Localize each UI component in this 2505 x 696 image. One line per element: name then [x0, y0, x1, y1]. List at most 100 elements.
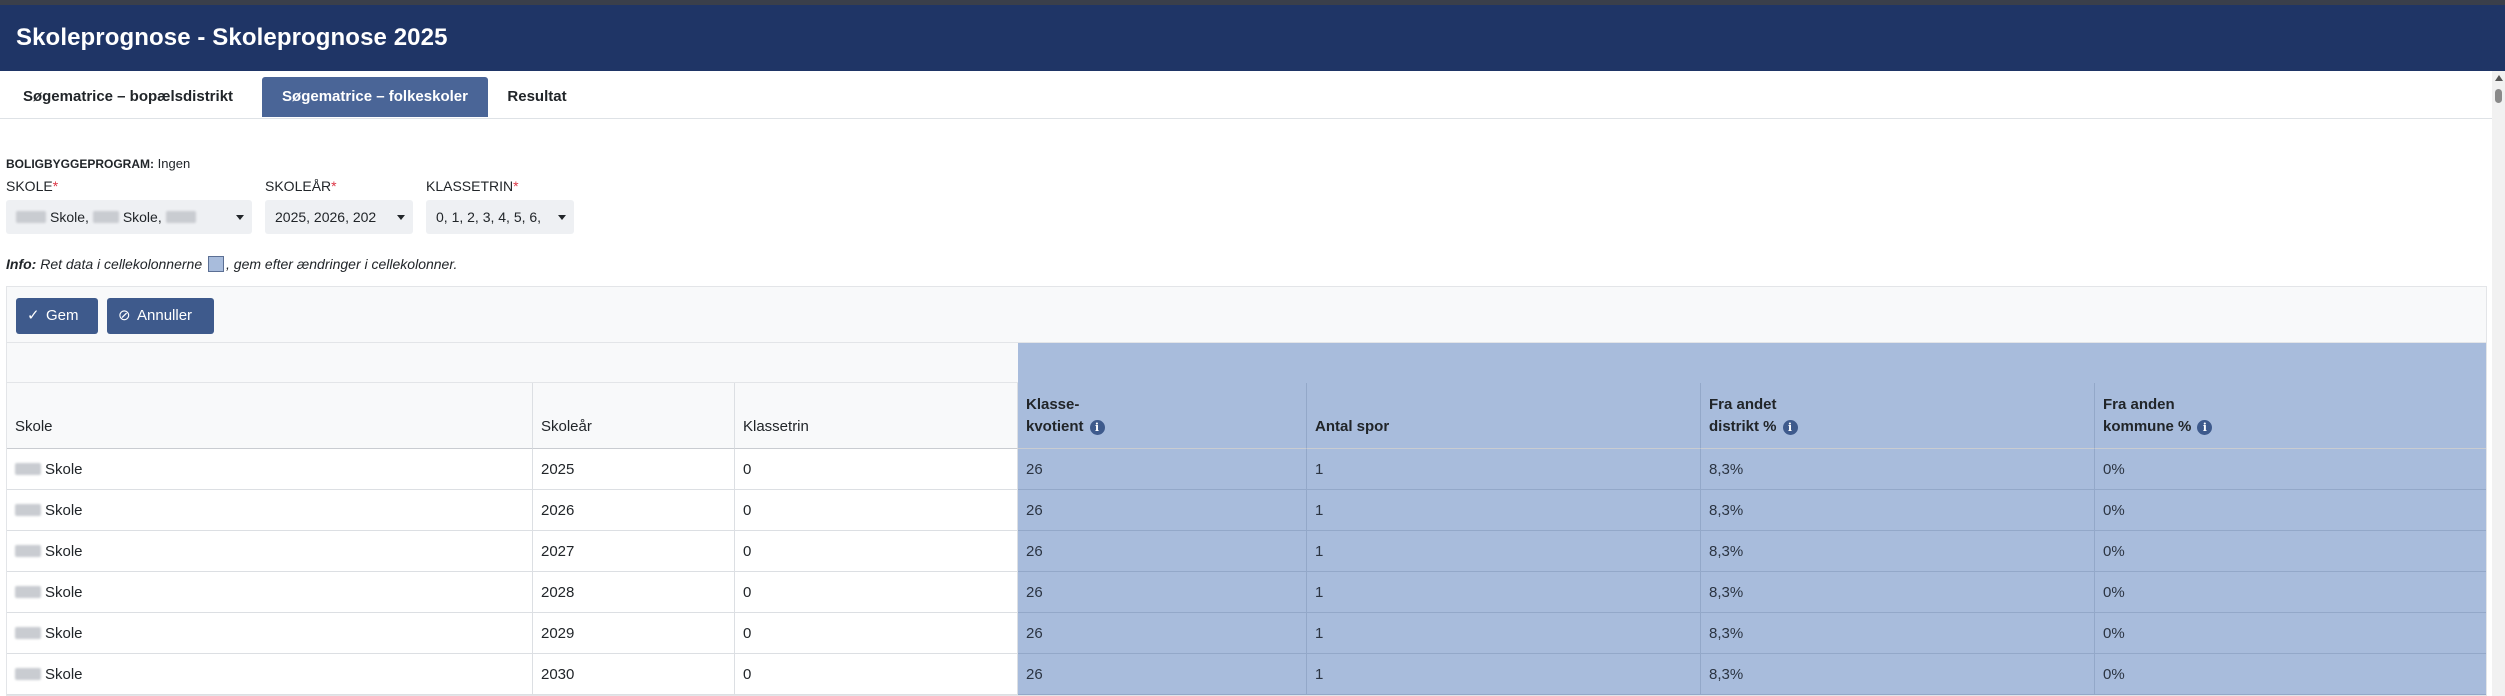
info-text: Info: Ret data i cellekolonnerne , gem e…: [6, 256, 457, 272]
scroll-thumb[interactable]: [2495, 89, 2502, 103]
cell-text: Skole: [45, 625, 83, 642]
cell-skole: Skole: [7, 531, 533, 572]
cell-skole: Skole: [7, 449, 533, 490]
cell-fra-anden-kommune[interactable]: 0%: [2095, 572, 2486, 613]
klassetrin-select[interactable]: 0, 1, 2, 3, 4, 5, 6,: [426, 200, 574, 234]
table-row[interactable]: Skole 2027 0 26 1 8,3% 0%: [7, 531, 2486, 572]
cell-skoleaar: 2027: [533, 531, 735, 572]
column-header-fra-andet-distrikt[interactable]: Fra andet distrikt % i: [1701, 383, 2095, 449]
klassetrin-filter-label: KLASSETRIN*: [426, 178, 519, 194]
header-line-1: Klasse-: [1026, 396, 1080, 413]
cell-skole: Skole: [7, 654, 533, 695]
skoleaar-select[interactable]: 2025, 2026, 202: [265, 200, 413, 234]
redacted-text: [15, 504, 41, 516]
cell-fra-anden-kommune[interactable]: 0%: [2095, 654, 2486, 695]
cell-klassekvotient[interactable]: 26: [1018, 490, 1307, 531]
cell-klassekvotient[interactable]: 26: [1018, 572, 1307, 613]
skoleaar-filter-label: SKOLEÅR*: [265, 178, 337, 194]
skole-select-value-2: Skole,: [122, 209, 166, 225]
save-button[interactable]: ✓ Gem: [16, 298, 98, 334]
cell-text: Skole: [45, 666, 83, 683]
cell-antal-spor[interactable]: 1: [1307, 531, 1701, 572]
scroll-up-arrow-icon[interactable]: [2495, 75, 2503, 81]
tab-soegematrice-folkeskoler[interactable]: Søgematrice – folkeskoler: [262, 77, 488, 117]
boligbyggeprogram-info: BOLIGBYGGEPROGRAM: Ingen: [6, 156, 190, 171]
cell-fra-andet-distrikt[interactable]: 8,3%: [1701, 654, 2095, 695]
redacted-text: [165, 211, 196, 223]
cell-klassekvotient[interactable]: 26: [1018, 531, 1307, 572]
editable-group-header: [1018, 343, 2486, 383]
column-header-klassetrin[interactable]: Klassetrin: [735, 383, 1018, 449]
cell-fra-anden-kommune[interactable]: 0%: [2095, 531, 2486, 572]
header-line-2: kommune %: [2103, 418, 2192, 435]
info-text-before: Ret data i cellekolonnerne: [40, 256, 203, 272]
info-circle-icon[interactable]: i: [1089, 420, 1105, 435]
cell-fra-andet-distrikt[interactable]: 8,3%: [1701, 572, 2095, 613]
cell-skole: Skole: [7, 572, 533, 613]
table-row[interactable]: Skole 2026 0 26 1 8,3% 0%: [7, 490, 2486, 531]
column-header-skoleaar[interactable]: Skoleår: [533, 383, 735, 449]
cell-text: Skole: [45, 543, 83, 560]
editable-cell-swatch: [208, 256, 224, 272]
table-row[interactable]: Skole 2030 0 26 1 8,3% 0%: [7, 654, 2486, 695]
page-scrollbar[interactable]: [2492, 71, 2505, 696]
cell-antal-spor[interactable]: 1: [1307, 572, 1701, 613]
skoleaar-select-value: 2025, 2026, 202: [275, 209, 377, 225]
cancel-button[interactable]: ⊘ Annuller: [107, 298, 214, 334]
cancel-button-label: Annuller: [137, 307, 193, 324]
cell-antal-spor[interactable]: 1: [1307, 490, 1701, 531]
cell-klassetrin: 0: [735, 572, 1018, 613]
redacted-text: [15, 668, 41, 680]
column-header-skole[interactable]: Skole: [7, 383, 533, 449]
cell-fra-andet-distrikt[interactable]: 8,3%: [1701, 531, 2095, 572]
column-header-fra-anden-kommune[interactable]: Fra anden kommune % i: [2095, 383, 2486, 449]
cell-fra-anden-kommune[interactable]: 0%: [2095, 613, 2486, 654]
skole-select-value: Skole,: [50, 209, 93, 225]
header-line-1: Fra anden: [2103, 396, 2175, 413]
column-header-antal-spor[interactable]: Antal spor: [1307, 383, 1701, 449]
tab-soegematrice-bopaelsdistrikt[interactable]: Søgematrice – bopælsdistrikt: [8, 77, 248, 117]
cell-klassetrin: 0: [735, 449, 1018, 490]
cell-klassekvotient[interactable]: 26: [1018, 654, 1307, 695]
cell-fra-anden-kommune[interactable]: 0%: [2095, 490, 2486, 531]
cell-fra-andet-distrikt[interactable]: 8,3%: [1701, 613, 2095, 654]
cell-text: Skole: [45, 584, 83, 601]
redacted-text: [15, 545, 41, 557]
skole-select[interactable]: Skole, Skole,: [6, 200, 252, 234]
cell-antal-spor[interactable]: 1: [1307, 613, 1701, 654]
header-line-2: distrikt %: [1709, 418, 1777, 435]
info-circle-icon[interactable]: i: [2197, 420, 2213, 435]
header-label: Skole: [15, 418, 53, 435]
info-prefix: Info:: [6, 256, 37, 272]
cell-klassetrin: 0: [735, 613, 1018, 654]
header-label: Klassetrin: [743, 418, 809, 435]
table-row[interactable]: Skole 2029 0 26 1 8,3% 0%: [7, 613, 2486, 654]
table-row[interactable]: Skole 2025 0 26 1 8,3% 0%: [7, 449, 2486, 490]
cell-klassekvotient[interactable]: 26: [1018, 449, 1307, 490]
cell-antal-spor[interactable]: 1: [1307, 449, 1701, 490]
table-row[interactable]: Skole 2028 0 26 1 8,3% 0%: [7, 572, 2486, 613]
required-mark: *: [52, 178, 59, 194]
app-header: Skoleprognose - Skoleprognose 2025: [0, 5, 2505, 71]
cell-skole: Skole: [7, 490, 533, 531]
info-circle-icon[interactable]: i: [1782, 420, 1798, 435]
tab-bar: Søgematrice – bopælsdistrikt Søgematrice…: [0, 71, 2492, 119]
header-line-2: kvotient: [1026, 418, 1084, 435]
column-header-klassekvotient[interactable]: Klasse-kvotient i: [1018, 383, 1307, 449]
header-label: Antal spor: [1315, 418, 1390, 435]
cell-fra-andet-distrikt[interactable]: 8,3%: [1701, 449, 2095, 490]
header-label: Klasse-kvotient i: [1026, 394, 1105, 438]
cell-skoleaar: 2028: [533, 572, 735, 613]
group-header-band: [7, 343, 2486, 383]
cell-fra-andet-distrikt[interactable]: 8,3%: [1701, 490, 2095, 531]
cell-fra-anden-kommune[interactable]: 0%: [2095, 449, 2486, 490]
required-mark: *: [513, 178, 519, 194]
skole-filter-label: SKOLE*: [6, 178, 58, 194]
boligbyggeprogram-label: BOLIGBYGGEPROGRAM:: [6, 157, 155, 171]
cell-klassetrin: 0: [735, 531, 1018, 572]
skoleaar-label-text: SKOLEÅR: [265, 178, 332, 194]
save-button-label: Gem: [46, 307, 79, 324]
tab-resultat[interactable]: Resultat: [496, 77, 578, 117]
cell-klassekvotient[interactable]: 26: [1018, 613, 1307, 654]
cell-antal-spor[interactable]: 1: [1307, 654, 1701, 695]
